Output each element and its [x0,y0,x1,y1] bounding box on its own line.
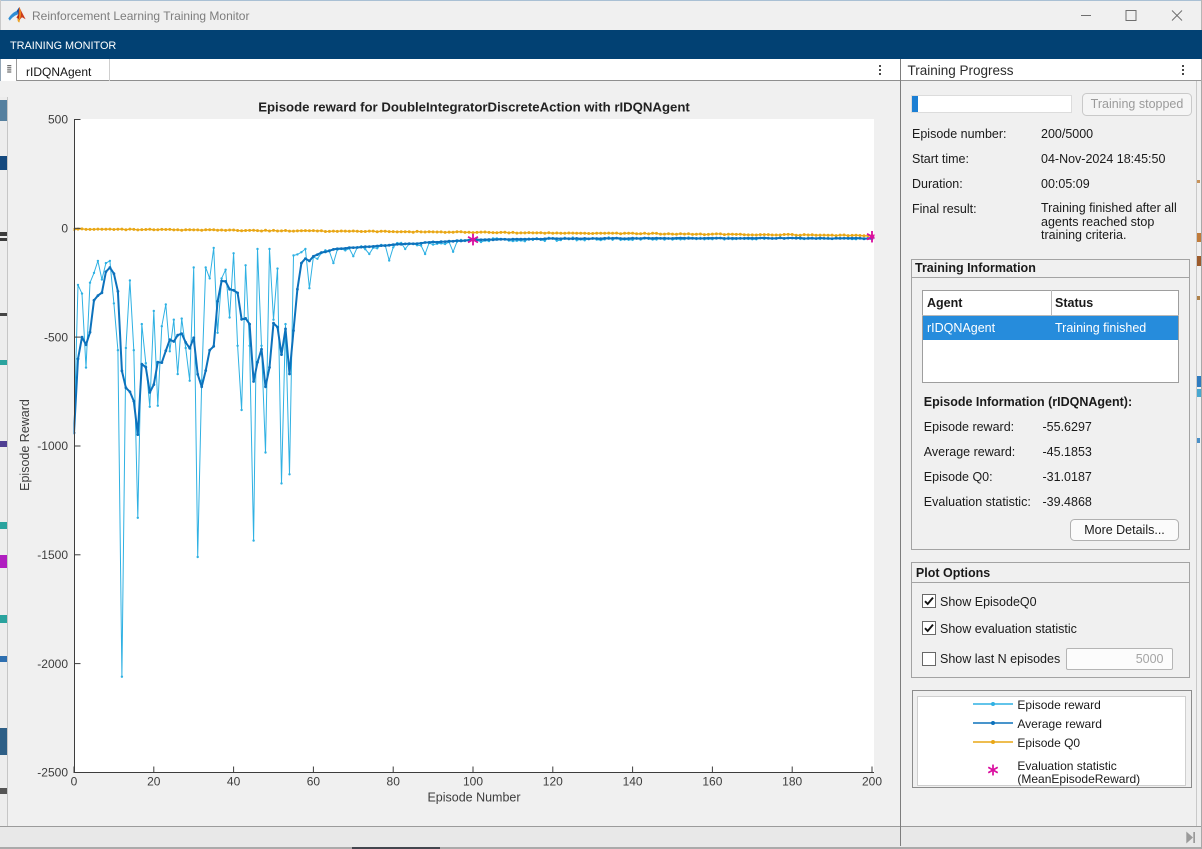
svg-text:Episode Number: Episode Number [427,791,520,805]
svg-text:-500: -500 [44,330,68,344]
svg-text:180: 180 [782,775,802,789]
svg-text:40: 40 [227,775,241,789]
svg-text:60: 60 [307,775,321,789]
svg-text:500: 500 [48,113,68,127]
svg-text:120: 120 [543,775,563,789]
svg-text:-1000: -1000 [37,439,68,453]
svg-text:Episode reward for DoubleInteg: Episode reward for DoubleIntegratorDiscr… [258,100,690,115]
svg-text:0: 0 [71,775,78,789]
svg-text:-2500: -2500 [37,766,68,780]
svg-text:Episode Reward: Episode Reward [18,399,32,491]
svg-text:200: 200 [862,775,882,789]
svg-text:-2000: -2000 [37,657,68,671]
svg-text:160: 160 [702,775,722,789]
svg-text:100: 100 [463,775,483,789]
svg-text:0: 0 [61,222,68,236]
svg-text:140: 140 [623,775,643,789]
svg-text:80: 80 [387,775,401,789]
svg-text:20: 20 [147,775,161,789]
svg-text:-1500: -1500 [37,548,68,562]
